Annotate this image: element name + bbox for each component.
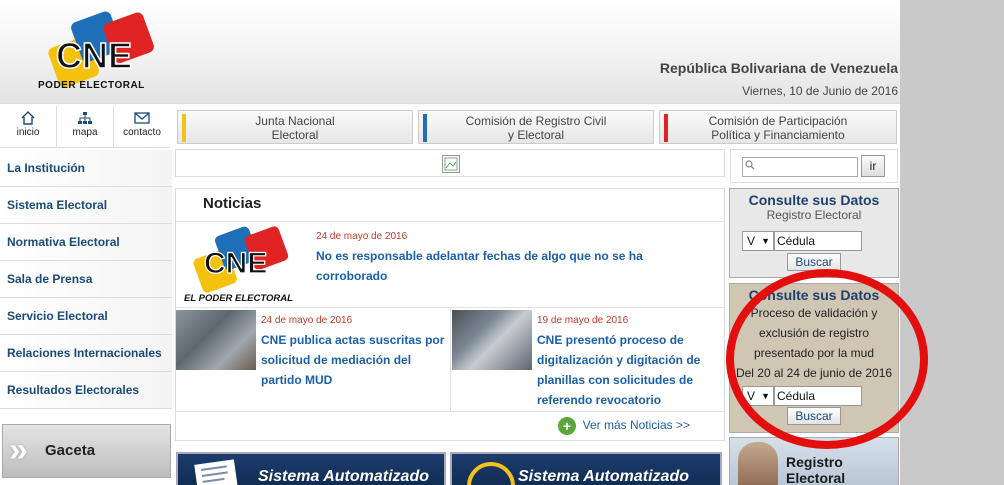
divider xyxy=(176,221,724,222)
headline-line: partido MUD xyxy=(261,373,333,387)
registro-line: Electoral xyxy=(786,470,846,485)
headline-line: digitalización y digitación de xyxy=(537,353,701,367)
thumb-logo-caption: EL PODER ELECTORAL xyxy=(184,293,293,304)
highlight-annotation-circle xyxy=(726,269,928,449)
gauge-icon xyxy=(467,462,515,485)
tab-line1: Junta Nacional xyxy=(255,114,335,128)
headline-line: CNE publica actas suscritas por xyxy=(261,333,445,347)
headline-line: referendo revocatorio xyxy=(537,393,662,407)
logo-text: CNE xyxy=(56,35,132,76)
news-date: 24 de mayo de 2016 xyxy=(316,231,408,242)
nav-mapa-label: mapa xyxy=(72,127,98,138)
chevron-right-icon: » xyxy=(9,431,28,469)
news-title: Noticias xyxy=(203,195,262,212)
search-button[interactable]: ir xyxy=(861,155,885,177)
sitemap-icon xyxy=(78,112,92,124)
headline-line: planillas con solicitudes de xyxy=(537,373,694,387)
republic-title: República Bolivariana de Venezuela xyxy=(659,60,898,76)
nationality-value: V xyxy=(747,234,756,248)
divider xyxy=(450,307,451,411)
news-headline[interactable]: CNE publica actas suscritas por solicitu… xyxy=(261,330,444,390)
page-margin xyxy=(900,0,1004,485)
sidebar-item-sistema-electoral[interactable]: Sistema Electoral xyxy=(0,187,172,224)
gaceta-label: Gaceta xyxy=(45,442,96,459)
nav-inicio-label: inicio xyxy=(16,127,40,138)
news-date: 19 de mayo de 2016 xyxy=(537,315,629,326)
search-icon xyxy=(745,160,755,170)
tab-color-bar xyxy=(423,114,427,142)
banner-box xyxy=(175,149,725,177)
news-thumbnail[interactable]: CNE EL PODER ELECTORAL xyxy=(182,225,304,305)
consulta-title: Consulte sus Datos xyxy=(748,192,880,208)
search-input[interactable] xyxy=(742,157,858,177)
headline-line: solicitud de mediación del xyxy=(261,353,412,367)
sidebar-item-normativa[interactable]: Normativa Electoral xyxy=(0,224,172,261)
icon-nav: inicio mapa contacto xyxy=(0,106,170,148)
nav-contacto[interactable]: contacto xyxy=(114,106,170,147)
tab-line2: y Electoral xyxy=(507,128,565,142)
person-photo xyxy=(738,442,778,485)
news-date: 24 de mayo de 2016 xyxy=(261,315,353,326)
sidebar-menu: La Institución Sistema Electoral Normati… xyxy=(0,150,172,409)
gaceta-button[interactable]: » Gaceta xyxy=(2,424,171,478)
current-date: Viernes, 10 de Junio de 2016 xyxy=(742,84,898,98)
banner-label: Sistema Automatizado xyxy=(518,468,689,485)
tab-junta-nacional[interactable]: Junta Nacional Electoral xyxy=(177,110,413,144)
tab-color-bar xyxy=(182,114,186,142)
sidebar-item-resultados[interactable]: Resultados Electorales xyxy=(0,372,172,409)
mail-icon xyxy=(134,112,150,124)
sidebar-item-sala-prensa[interactable]: Sala de Prensa xyxy=(0,261,172,298)
tab-participacion-politica[interactable]: Comisión de Participación Política y Fin… xyxy=(659,110,897,144)
news-thumbnail[interactable] xyxy=(176,310,256,370)
more-news-link[interactable]: Ver más Noticias >> xyxy=(583,418,690,432)
nationality-select[interactable]: V ▼ xyxy=(742,231,774,251)
news-thumbnail[interactable] xyxy=(452,310,532,370)
news-headline[interactable]: No es responsable adelantar fechas de al… xyxy=(316,246,643,286)
tab-line1: Comisión de Participación xyxy=(708,114,848,128)
search-box: ir xyxy=(730,149,898,183)
thumb-logo-text: CNE xyxy=(204,247,267,280)
news-headline[interactable]: CNE presentó proceso de digitalización y… xyxy=(537,330,700,410)
tab-line2: Electoral xyxy=(271,128,319,142)
tab-line1: Comisión de Registro Civil xyxy=(465,114,607,128)
chevron-down-icon: ▼ xyxy=(761,236,770,246)
sistema-automatizado-banner-1[interactable]: Sistema Automatizado xyxy=(176,452,446,485)
consulta-registro-panel: Consulte sus Datos Registro Electoral V ▼… xyxy=(729,188,899,278)
document-icon xyxy=(194,459,239,485)
tab-registro-civil[interactable]: Comisión de Registro Civil y Electoral xyxy=(418,110,654,144)
sidebar-item-servicio[interactable]: Servicio Electoral xyxy=(0,298,172,335)
nav-contacto-label: contacto xyxy=(123,127,161,138)
registro-line: Registro xyxy=(786,454,843,470)
site-header: CNE PODER ELECTORAL República Bolivarian… xyxy=(0,0,900,104)
sistema-automatizado-banner-2[interactable]: Sistema Automatizado xyxy=(450,452,722,485)
logo-subtitle: PODER ELECTORAL xyxy=(38,80,145,91)
sidebar-item-relaciones[interactable]: Relaciones Internacionales xyxy=(0,335,172,372)
nav-mapa[interactable]: mapa xyxy=(57,106,114,147)
headline-line: corroborado xyxy=(316,269,388,283)
headline-line: CNE presentó proceso de xyxy=(537,333,684,347)
home-icon xyxy=(21,111,35,125)
broken-image-icon xyxy=(442,155,460,173)
sidebar-item-institucion[interactable]: La Institución xyxy=(0,150,172,187)
registro-label: Registro Electoral xyxy=(786,454,845,485)
banner-label: Sistema Automatizado xyxy=(258,468,429,485)
plus-circle-icon[interactable]: + xyxy=(558,417,576,435)
consulta-subtitle: Registro Electoral xyxy=(766,208,862,222)
tab-line2: Política y Financiamiento xyxy=(711,128,845,142)
news-panel: Noticias CNE EL PODER ELECTORAL 24 de ma… xyxy=(175,188,725,441)
cedula-input[interactable]: Cédula xyxy=(774,231,862,251)
nav-inicio[interactable]: inicio xyxy=(0,106,57,147)
tab-color-bar xyxy=(664,114,668,142)
headline-line: No es responsable adelantar fechas de al… xyxy=(316,249,643,263)
divider xyxy=(176,411,724,412)
